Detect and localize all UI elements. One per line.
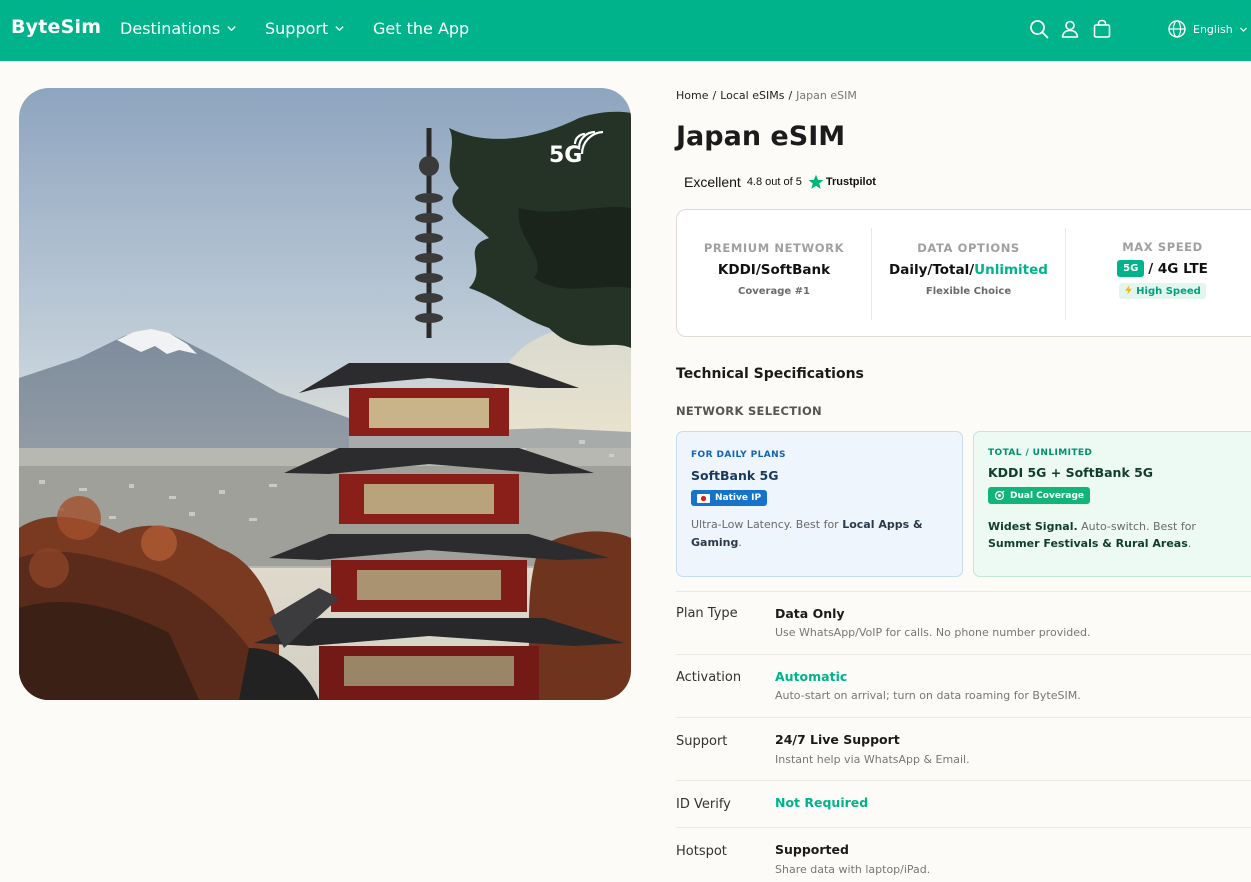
card-kicker: FOR DAILY PLANS bbox=[691, 450, 786, 460]
rating-label: Excellent bbox=[684, 174, 741, 190]
language-label: English bbox=[1193, 22, 1233, 36]
feature-subtext-wrap: High Speed bbox=[1066, 283, 1251, 299]
feature-data-options: DATA OPTIONS Daily/Total/Unlimited Flexi… bbox=[871, 228, 1065, 320]
nav-get-the-app[interactable]: Get the App bbox=[373, 19, 469, 38]
japan-flag-icon bbox=[697, 493, 710, 503]
spec-label-plan-type: Plan Type bbox=[676, 606, 738, 621]
lightning-icon bbox=[1125, 285, 1133, 295]
technical-specifications-heading: Technical Specifications bbox=[676, 366, 864, 382]
nav-get-the-app-label: Get the App bbox=[373, 19, 470, 38]
trustpilot-star-icon bbox=[808, 174, 824, 189]
feature-subtext: Coverage #1 bbox=[738, 286, 810, 297]
card-description: Widest Signal. Auto-switch. Best for Sum… bbox=[988, 518, 1248, 552]
svg-text:5G: 5G bbox=[549, 143, 582, 168]
chevron-down-icon bbox=[1239, 27, 1247, 32]
bag-icon[interactable] bbox=[1091, 18, 1113, 40]
breadcrumb-separator: / bbox=[712, 89, 717, 102]
card-kicker: TOTAL / UNLIMITED bbox=[988, 448, 1093, 458]
nav-destinations[interactable]: Destinations bbox=[120, 19, 237, 38]
spec-value-id-verify: Not Required bbox=[775, 795, 869, 810]
high-speed-label: High Speed bbox=[1136, 286, 1201, 297]
hero-image: 5G bbox=[19, 88, 631, 700]
spec-value-hotspot: Supported bbox=[775, 842, 849, 857]
pagoda-fuji-illustration: 5G bbox=[19, 88, 631, 700]
feature-heading: PREMIUM NETWORK bbox=[703, 241, 845, 255]
card-desc-end: . bbox=[738, 535, 742, 549]
globe-icon bbox=[1168, 20, 1186, 38]
network-selection-label: NETWORK SELECTION bbox=[676, 404, 822, 418]
feature-max-speed: MAX SPEED 5G/ 4G LTE High Speed bbox=[1065, 228, 1251, 320]
spec-value-activation: Automatic bbox=[775, 669, 848, 684]
spec-label-hotspot: Hotspot bbox=[676, 844, 727, 859]
breadcrumb-home[interactable]: Home bbox=[676, 89, 708, 102]
feature-value: 5G/ 4G LTE bbox=[1066, 260, 1251, 277]
spec-label-id-verify: ID Verify bbox=[676, 797, 731, 812]
card-desc-bold: Widest Signal. bbox=[988, 520, 1078, 533]
card-title: KDDI 5G + SoftBank 5G bbox=[988, 465, 1154, 480]
network-card-total-unlimited[interactable]: TOTAL / UNLIMITED KDDI 5G + SoftBank 5G … bbox=[973, 431, 1251, 577]
spec-sub-plan-type: Use WhatsApp/VoIP for calls. No phone nu… bbox=[775, 626, 1091, 639]
trustpilot-rating[interactable]: Excellent 4.8 out of 5 Trustpilot bbox=[684, 174, 876, 190]
nav-destinations-label: Destinations bbox=[120, 19, 221, 38]
logo[interactable]: ByteSim bbox=[11, 16, 101, 38]
divider bbox=[676, 827, 1251, 828]
feature-value: KDDI/SoftBank bbox=[717, 262, 831, 278]
divider bbox=[676, 780, 1251, 781]
breadcrumb: Home / Local eSIMs / Japan eSIM bbox=[676, 89, 857, 102]
card-desc-bold: Summer Festivals & Rural Areas bbox=[988, 537, 1188, 550]
high-speed-badge: High Speed bbox=[1119, 283, 1206, 299]
spec-label-activation: Activation bbox=[676, 670, 742, 685]
feature-value-highlight: Unlimited bbox=[974, 262, 1048, 278]
divider bbox=[676, 591, 1251, 592]
card-title: SoftBank 5G bbox=[691, 468, 779, 483]
divider bbox=[676, 654, 1251, 655]
feature-premium-network: PREMIUM NETWORK KDDI/SoftBank Coverage #… bbox=[677, 228, 871, 320]
rating-score: 4.8 out of 5 bbox=[746, 176, 802, 188]
feature-subtext: Flexible Choice bbox=[925, 286, 1012, 297]
divider bbox=[676, 717, 1251, 718]
search-icon[interactable] bbox=[1028, 18, 1050, 40]
card-desc-end: . bbox=[1187, 537, 1192, 550]
spec-value-support: 24/7 Live Support bbox=[775, 732, 900, 747]
feature-summary-box: PREMIUM NETWORK KDDI/SoftBank Coverage #… bbox=[676, 209, 1251, 337]
user-icon[interactable] bbox=[1059, 18, 1081, 40]
spec-sub-support: Instant help via WhatsApp & Email. bbox=[775, 753, 970, 766]
top-navigation-bar: ByteSim Destinations Support Get the App… bbox=[0, 0, 1251, 61]
breadcrumb-separator: / bbox=[788, 89, 793, 102]
nav-support[interactable]: Support bbox=[265, 19, 345, 38]
spec-sub-hotspot: Share data with laptop/iPad. bbox=[775, 863, 931, 876]
native-ip-label: Native IP bbox=[715, 493, 762, 503]
dual-signal-icon bbox=[994, 490, 1005, 501]
feature-heading: DATA OPTIONS bbox=[917, 241, 1020, 255]
5g-badge: 5G bbox=[1117, 260, 1145, 277]
card-description: Ultra-Low Latency. Best for Local Apps &… bbox=[691, 516, 948, 552]
chevron-down-icon bbox=[335, 26, 344, 32]
chevron-down-icon bbox=[227, 26, 236, 32]
dual-coverage-label: Dual Coverage bbox=[1010, 490, 1084, 501]
breadcrumb-local-esims[interactable]: Local eSIMs bbox=[720, 89, 784, 102]
card-desc-text: Auto-switch. Best for bbox=[1077, 520, 1196, 533]
native-ip-badge: Native IP bbox=[691, 490, 768, 506]
language-selector[interactable]: English bbox=[1167, 19, 1248, 39]
spec-sub-activation: Auto-start on arrival; turn on data roam… bbox=[775, 689, 1081, 702]
page-title: Japan eSIM bbox=[676, 121, 846, 152]
trustpilot-brand: Trustpilot bbox=[825, 176, 876, 188]
spec-value-plan-type: Data Only bbox=[775, 606, 845, 621]
network-card-daily[interactable]: FOR DAILY PLANS SoftBank 5G Native IP Ul… bbox=[676, 431, 963, 577]
breadcrumb-current: Japan eSIM bbox=[796, 89, 857, 102]
nav-support-label: Support bbox=[265, 19, 329, 38]
dual-coverage-badge: Dual Coverage bbox=[988, 487, 1090, 504]
spec-label-support: Support bbox=[676, 734, 728, 749]
card-desc-text: Ultra-Low Latency. Best for bbox=[691, 517, 843, 531]
feature-value-suffix: / 4G LTE bbox=[1148, 261, 1208, 277]
feature-heading: MAX SPEED bbox=[1122, 240, 1203, 254]
feature-value: Daily/Total/Unlimited bbox=[872, 262, 1065, 278]
feature-value-prefix: Daily/Total/ bbox=[889, 262, 975, 278]
